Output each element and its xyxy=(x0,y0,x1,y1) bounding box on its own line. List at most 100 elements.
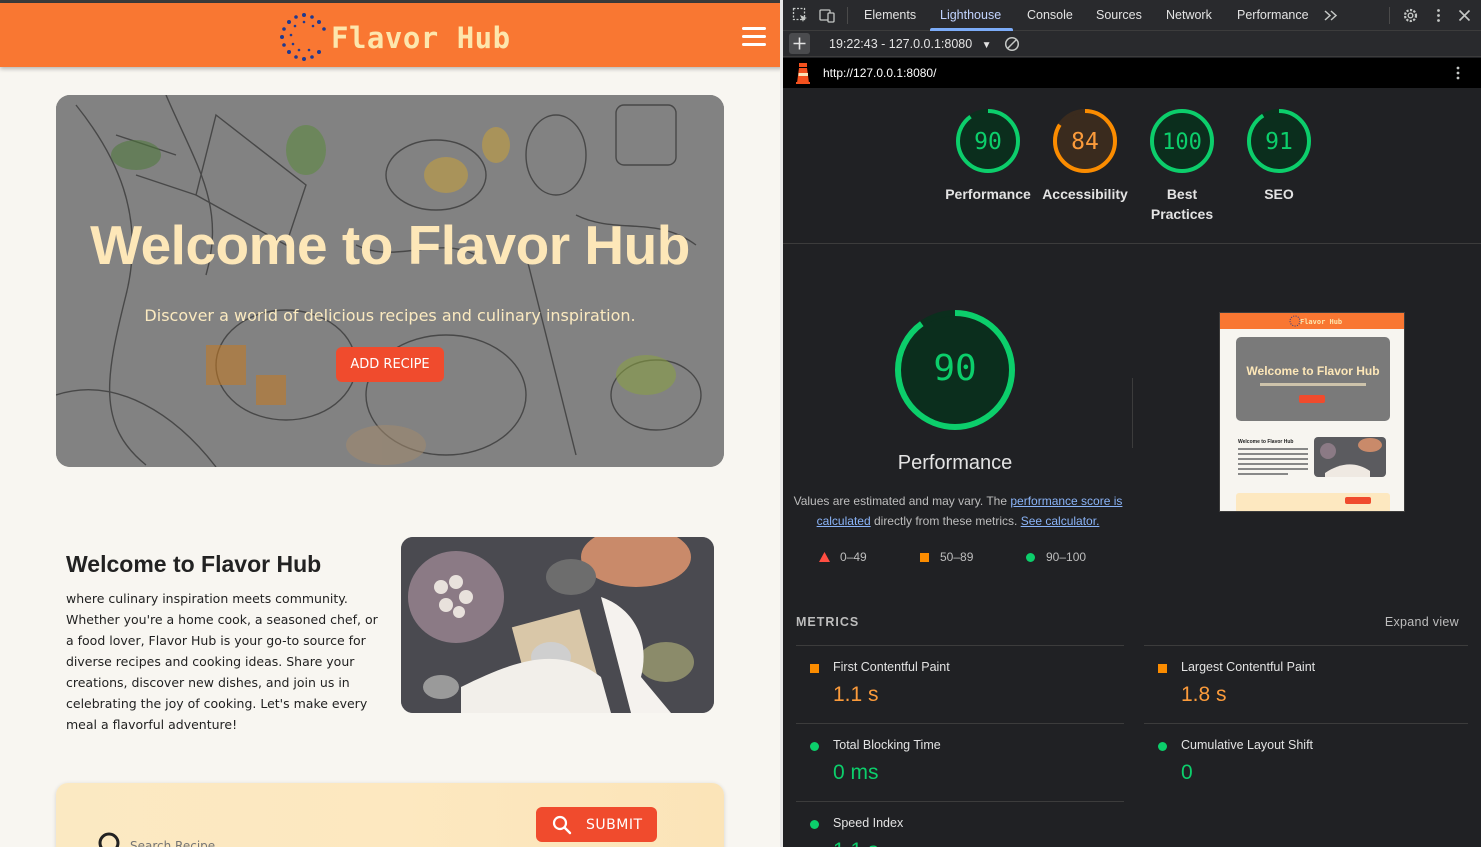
vertical-divider xyxy=(1132,378,1133,448)
metric-value: 0 xyxy=(1181,761,1193,784)
square-icon xyxy=(920,553,929,562)
devtools-panel: Elements Lighthouse Console Sources Netw… xyxy=(783,0,1481,847)
report-selector-label: 19:22:43 - 127.0.0.1:8080 xyxy=(829,37,973,51)
thumbnail-image: Flavor Hub Welcome to Flavor Hub Welcome… xyxy=(1220,313,1404,511)
chevron-down-icon: ▼ xyxy=(981,40,992,51)
separator xyxy=(1389,7,1390,24)
plus-icon xyxy=(793,37,806,50)
legend-label: 0–49 xyxy=(840,550,867,564)
hero-subtitle: Discover a world of delicious recipes an… xyxy=(144,306,636,325)
devtools-tabbar: Elements Lighthouse Console Sources Netw… xyxy=(783,0,1481,31)
tab-performance[interactable]: Performance xyxy=(1237,8,1309,22)
lighthouse-icon xyxy=(796,63,810,84)
submit-label: SUBMIT xyxy=(586,817,643,833)
close-icon[interactable] xyxy=(1456,7,1473,24)
divider xyxy=(783,243,1481,244)
pass-indicator-icon xyxy=(1158,742,1167,751)
hero-background-image xyxy=(56,95,724,467)
more-tabs-chevron-icon[interactable] xyxy=(1322,7,1339,24)
metric-value: 1.1 s xyxy=(833,839,879,847)
cooking-photo xyxy=(401,537,714,713)
metric-largest-contentful-paint[interactable]: Largest Contentful Paint 1.8 s xyxy=(1144,645,1468,723)
tab-network[interactable]: Network xyxy=(1166,8,1212,22)
gauge-ring: 90 xyxy=(956,109,1020,173)
hero-title: Welcome to Flavor Hub xyxy=(90,214,690,276)
search-icon xyxy=(552,815,572,835)
new-report-button[interactable] xyxy=(789,33,810,54)
metric-value: 0 ms xyxy=(833,761,879,784)
gauge-value: 91 xyxy=(1265,129,1293,155)
add-recipe-button[interactable]: ADD RECIPE xyxy=(336,347,444,382)
website-viewport: Flavor Hub Welcome to Flavor Hub Discove… xyxy=(0,0,783,847)
average-indicator-icon xyxy=(1158,664,1167,673)
legend-fail: 0–49 xyxy=(819,550,867,564)
score-gauge-seo[interactable]: 91 SEO xyxy=(1230,108,1328,204)
hamburger-menu-icon[interactable] xyxy=(742,27,766,47)
inspect-element-icon[interactable] xyxy=(792,7,809,24)
gauge-value: 84 xyxy=(1071,129,1099,155)
thumbnail-hero-title: Welcome to Flavor Hub xyxy=(1246,364,1379,378)
report-url[interactable]: http://127.0.0.1:8080/ xyxy=(823,66,936,80)
legend-label: 50–89 xyxy=(940,550,974,564)
search-recipe-input[interactable] xyxy=(130,835,430,847)
metric-value: 1.8 s xyxy=(1181,683,1227,706)
thumbnail-brand: Flavor Hub xyxy=(1300,318,1342,326)
score-gauge-performance[interactable]: 90 Performance xyxy=(939,108,1037,204)
hero-banner: Welcome to Flavor Hub Discover a world o… xyxy=(56,95,724,467)
metrics-heading: METRICS xyxy=(796,615,860,629)
metric-name: First Contentful Paint xyxy=(833,660,950,674)
clear-reports-icon[interactable] xyxy=(1004,36,1020,52)
more-options-icon[interactable] xyxy=(1430,7,1447,24)
more-options-icon[interactable] xyxy=(1450,65,1466,81)
separator xyxy=(847,7,848,24)
pass-indicator-icon xyxy=(810,820,819,829)
search-icon xyxy=(98,832,120,847)
gauge-value: 90 xyxy=(974,129,1002,155)
tab-sources[interactable]: Sources xyxy=(1096,8,1142,22)
site-header: Flavor Hub xyxy=(0,3,783,67)
metric-name: Cumulative Layout Shift xyxy=(1181,738,1314,752)
gauge-value: 100 xyxy=(1162,130,1202,155)
average-indicator-icon xyxy=(810,664,819,673)
tab-elements[interactable]: Elements xyxy=(864,8,916,22)
score-gauge-best-practices[interactable]: 100 Best Practices xyxy=(1133,108,1231,224)
metric-first-contentful-paint[interactable]: First Contentful Paint 1.1 s xyxy=(796,645,1124,723)
gauge-ring: 91 xyxy=(1247,109,1311,173)
gauge-ring: 100 xyxy=(1150,109,1214,173)
lighthouse-report: 90 Performance 84 Accessibility 100 Best… xyxy=(783,88,1481,847)
metric-cumulative-layout-shift[interactable]: Cumulative Layout Shift 0 xyxy=(1144,723,1468,801)
score-gauge-accessibility[interactable]: 84 Accessibility xyxy=(1036,108,1134,204)
page-screenshot-thumbnail[interactable]: Flavor Hub Welcome to Flavor Hub Welcome… xyxy=(1219,312,1405,512)
tab-console[interactable]: Console xyxy=(1027,8,1073,22)
metric-total-blocking-time[interactable]: Total Blocking Time 0 ms xyxy=(796,723,1124,801)
legend-average: 50–89 xyxy=(920,550,973,564)
performance-big-gauge: 90 xyxy=(895,310,1015,430)
performance-score: 90 xyxy=(933,348,976,389)
search-card: SUBMIT xyxy=(56,783,724,847)
device-toolbar-icon[interactable] xyxy=(819,7,836,24)
tab-lighthouse[interactable]: Lighthouse xyxy=(940,8,1001,22)
metric-speed-index[interactable]: Speed Index 1.1 s xyxy=(796,801,1124,847)
submit-button[interactable]: SUBMIT xyxy=(536,807,657,842)
gauge-label: SEO xyxy=(1264,186,1294,202)
desc-text: directly from these metrics. xyxy=(870,514,1021,528)
performance-title: Performance xyxy=(897,452,1013,474)
gauge-ring: 84 xyxy=(1053,109,1117,173)
report-selector[interactable]: 19:22:43 - 127.0.0.1:8080 ▼ xyxy=(829,37,992,51)
settings-gear-icon[interactable] xyxy=(1402,7,1419,24)
report-url-bar: http://127.0.0.1:8080/ xyxy=(783,58,1481,88)
gauge-label: Performance xyxy=(945,186,1031,202)
pass-indicator-icon xyxy=(810,742,819,751)
intro-text: where culinary inspiration meets communi… xyxy=(66,591,378,732)
thumbnail-intro-title: Welcome to Flavor Hub xyxy=(1238,439,1293,445)
gauge-label: Accessibility xyxy=(1042,186,1128,202)
lighthouse-toolbar: 19:22:43 - 127.0.0.1:8080 ▼ xyxy=(783,31,1481,57)
performance-description: Values are estimated and may vary. The p… xyxy=(793,491,1123,531)
triangle-icon xyxy=(819,552,830,562)
see-calculator-link[interactable]: See calculator. xyxy=(1021,514,1100,528)
metric-name: Total Blocking Time xyxy=(833,738,941,752)
brand-name[interactable]: Flavor Hub xyxy=(331,21,511,55)
gauge-label: Best Practices xyxy=(1150,186,1214,222)
expand-view-toggle[interactable]: Expand view xyxy=(1385,615,1459,629)
legend-label: 90–100 xyxy=(1046,550,1087,564)
